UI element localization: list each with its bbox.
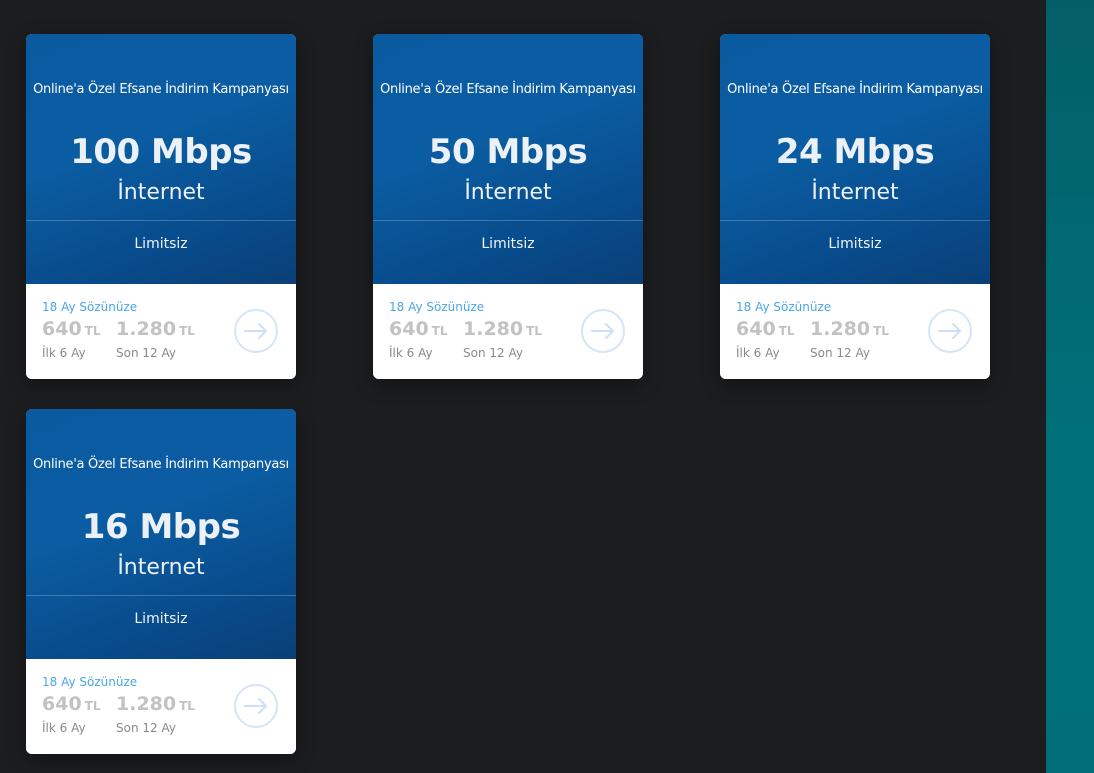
period-rest-label: Son 12 Ay [116, 721, 176, 735]
card-header: Online'a Özel Efsane İndirim Kampanyası … [373, 34, 643, 284]
campaign-title: Online'a Özel Efsane İndirim Kampanyası [33, 82, 289, 97]
price-first-value: 640 [389, 318, 429, 340]
details-button[interactable] [581, 309, 625, 353]
card-footer: 18 Ay Sözünüze 640 TL 1.280 TL İlk 6 Ay So… [26, 659, 296, 754]
product-label: İnternet [117, 180, 205, 205]
period-rest-label: Son 12 Ay [463, 346, 523, 360]
price-first: 640 TL [42, 693, 101, 715]
arrow-right-icon [244, 323, 267, 339]
price-rest: 1.280 TL [116, 693, 195, 715]
quota-label: Limitsiz [481, 236, 535, 252]
period-rest-label: Son 12 Ay [810, 346, 870, 360]
tariff-card-50mbps[interactable]: Online'a Özel Efsane İndirim Kampanyası … [373, 34, 643, 379]
price-rest-value: 1.280 [116, 318, 177, 340]
price-first: 640 TL [736, 318, 795, 340]
currency-label: TL [873, 324, 889, 338]
contract-label: 18 Ay Sözünüze [736, 300, 832, 314]
period-rest-label: Son 12 Ay [116, 346, 176, 360]
speed-label: 24 Mbps [775, 132, 935, 172]
contract-label: 18 Ay Sözünüze [42, 300, 138, 314]
price-rest-value: 1.280 [116, 693, 177, 715]
card-footer: 18 Ay Sözünüze 640 TL 1.280 TL İlk 6 Ay So… [720, 284, 990, 379]
divider [720, 220, 990, 221]
card-header: Online'a Özel Efsane İndirim Kampanyası … [26, 34, 296, 284]
period-first-label: İlk 6 Ay [42, 346, 86, 360]
currency-label: TL [778, 324, 795, 338]
divider [26, 220, 296, 221]
tariff-card-100mbps[interactable]: Online'a Özel Efsane İndirim Kampanyası … [26, 34, 296, 379]
price-first: 640 TL [42, 318, 101, 340]
divider [373, 220, 643, 221]
period-first-label: İlk 6 Ay [389, 346, 433, 360]
arrow-right-icon [591, 323, 614, 339]
divider [26, 595, 296, 596]
price-rest: 1.280 TL [116, 318, 195, 340]
details-button[interactable] [234, 309, 278, 353]
price-rest-value: 1.280 [810, 318, 871, 340]
details-button[interactable] [928, 309, 972, 353]
card-header: Online'a Özel Efsane İndirim Kampanyası … [720, 34, 990, 284]
tariff-card-24mbps[interactable]: Online'a Özel Efsane İndirim Kampanyası … [720, 34, 990, 379]
tariff-card-16mbps[interactable]: Online'a Özel Efsane İndirim Kampanyası … [26, 409, 296, 754]
currency-label: TL [84, 324, 101, 338]
product-label: İnternet [464, 180, 552, 205]
campaign-title: Online'a Özel Efsane İndirim Kampanyası [380, 82, 636, 97]
speed-label: 100 Mbps [70, 132, 252, 172]
quota-label: Limitsiz [134, 236, 188, 252]
tariff-list-page: Online'a Özel Efsane İndirim Kampanyası … [0, 0, 1094, 773]
price-first-value: 640 [42, 693, 82, 715]
currency-label: TL [84, 699, 101, 713]
speed-label: 50 Mbps [428, 132, 588, 172]
campaign-title: Online'a Özel Efsane İndirim Kampanyası [727, 82, 983, 97]
speed-label: 16 Mbps [81, 507, 241, 547]
price-rest-value: 1.280 [463, 318, 524, 340]
period-first-label: İlk 6 Ay [736, 346, 780, 360]
contract-label: 18 Ay Sözünüze [389, 300, 485, 314]
card-footer: 18 Ay Sözünüze 640 TL 1.280 TL İlk 6 Ay So… [373, 284, 643, 379]
details-button[interactable] [234, 684, 278, 728]
price-first-value: 640 [42, 318, 82, 340]
product-label: İnternet [117, 555, 205, 580]
currency-label: TL [179, 324, 195, 338]
card-header: Online'a Özel Efsane İndirim Kampanyası … [26, 409, 296, 659]
quota-label: Limitsiz [134, 611, 188, 627]
contract-label: 18 Ay Sözünüze [42, 675, 138, 689]
price-rest: 1.280 TL [463, 318, 542, 340]
price-first: 640 TL [389, 318, 448, 340]
price-first-value: 640 [736, 318, 776, 340]
currency-label: TL [526, 324, 542, 338]
quota-label: Limitsiz [828, 236, 882, 252]
currency-label: TL [431, 324, 448, 338]
campaign-title: Online'a Özel Efsane İndirim Kampanyası [33, 457, 289, 472]
product-label: İnternet [811, 180, 899, 205]
currency-label: TL [179, 699, 195, 713]
card-footer: 18 Ay Sözünüze 640 TL 1.280 TL İlk 6 Ay So… [26, 284, 296, 379]
side-panel-edge [1046, 0, 1094, 773]
arrow-right-icon [244, 698, 267, 714]
price-rest: 1.280 TL [810, 318, 889, 340]
period-first-label: İlk 6 Ay [42, 721, 86, 735]
arrow-right-icon [938, 323, 961, 339]
